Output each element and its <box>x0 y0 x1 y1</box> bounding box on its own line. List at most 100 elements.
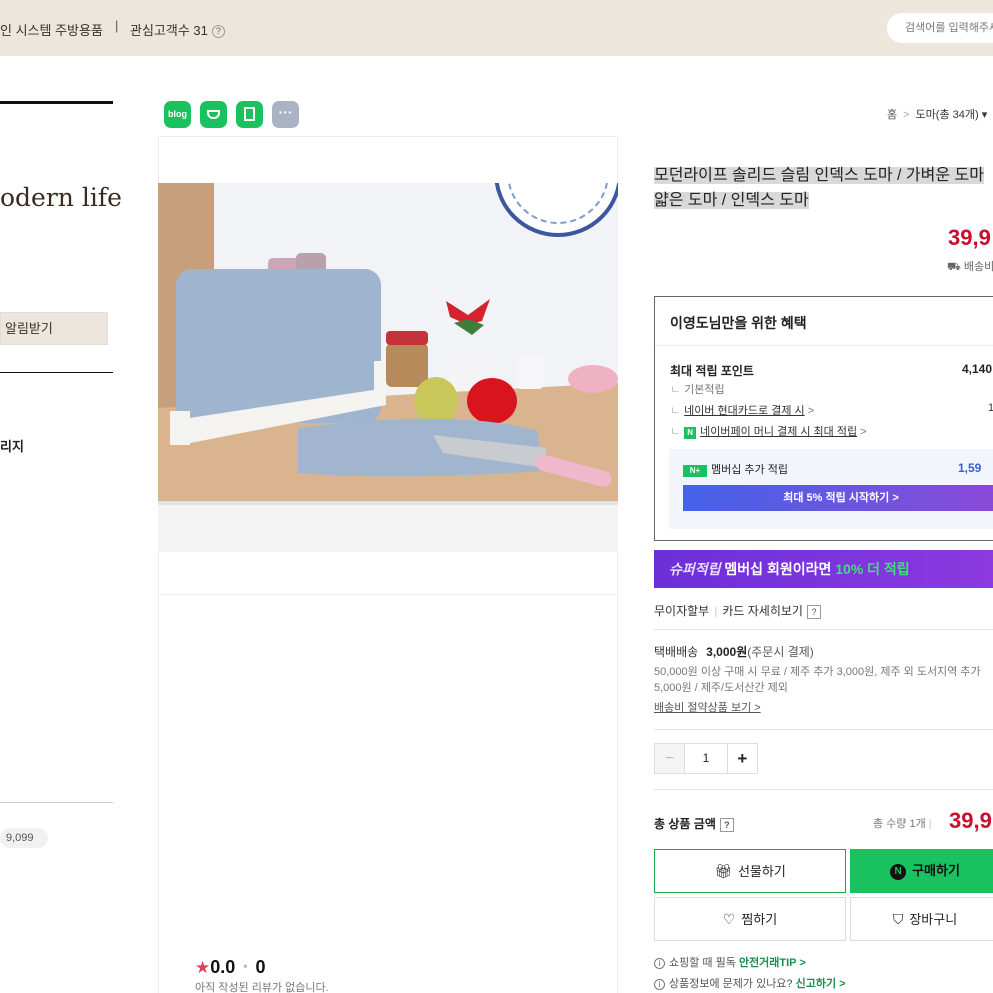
left-divider <box>0 802 113 803</box>
wish-button[interactable]: ♡ 찜하기 <box>654 897 846 941</box>
card-row-separator: | <box>714 604 718 618</box>
info-icon: i <box>654 958 665 969</box>
shipping-description: 50,000원 이상 구매 시 무료 / 제주 추가 3,000원, 제주 외 … <box>654 666 981 694</box>
bookmark-share-icon[interactable] <box>236 101 263 128</box>
shipping-saving-link[interactable]: 배송비 절약상품 보기 > <box>654 699 761 715</box>
section-divider <box>654 629 993 630</box>
wish-button-label: 찜하기 <box>741 912 778 927</box>
membership-badge-icon: N+ <box>683 465 707 477</box>
help-icon[interactable]: ? <box>211 25 225 38</box>
total-quantity: 총 수량 1개 | <box>873 815 932 831</box>
card-point-value: 1 <box>988 402 993 414</box>
chevron-down-icon[interactable]: ▾ <box>982 109 988 121</box>
cart-button-label: 장바구니 <box>909 912 958 927</box>
npay-icon: N <box>684 427 697 439</box>
membership-start-button[interactable]: 최대 5% 적립 시작하기 > <box>683 485 993 511</box>
left-divider <box>0 101 113 104</box>
report-link[interactable]: 신고하기 > <box>796 978 846 990</box>
npay-icon: N <box>890 864 907 880</box>
card-detail-link[interactable]: 카드 자세히보기 <box>722 604 803 618</box>
quantity-minus-button[interactable]: − <box>655 744 686 773</box>
basic-point-label: 기본적립 <box>684 384 725 396</box>
product-title-line1: 모던라이프 솔리드 슬림 인덱스 도마 / 가벼운 도마 <box>654 167 984 184</box>
quantity-plus-button[interactable]: + <box>726 744 757 773</box>
interest-free-label: 무이자할부 <box>654 604 710 618</box>
interest-count-label: 관심고객수 31 <box>130 23 208 38</box>
shipping-fee-note: (주문시 결제) <box>747 645 814 659</box>
max-point-label: 최대 적립 포인트 <box>670 364 754 378</box>
shipping-fee-label: 배송비 <box>963 261 993 273</box>
npay-point-link[interactable]: 네이버페이 머니 결제 시 최대 적립 <box>700 426 857 438</box>
store-category-text[interactable]: 인 시스템 주방용품 <box>0 20 103 39</box>
super-point-banner[interactable]: 슈퍼적립 멤버십 회원이라면 10% 더 적립 <box>654 550 993 588</box>
card-info-row: 무이자할부 | 카드 자세히보기? <box>654 602 821 619</box>
tip1-text: 쇼핑할 때 필독 <box>669 957 736 969</box>
gift-button-label: 선물하기 <box>737 864 786 879</box>
star-icon: ★ <box>195 958 211 977</box>
truck-icon: ⛟ <box>947 261 961 273</box>
shopping-bag-icon: ⛉ <box>892 911 904 927</box>
topbar-separator: | <box>115 18 119 33</box>
total-label-text: 총 상품 금액 <box>654 817 716 831</box>
super-banner-em: 슈퍼적립 <box>669 561 721 577</box>
section-divider <box>654 729 993 730</box>
breadcrumb-category[interactable]: 도마(총 34개) <box>916 109 979 121</box>
benefit-title: 이영도님만을 위한 혜택 <box>670 315 807 331</box>
notify-button[interactable]: 알림받기 <box>0 312 108 345</box>
total-count-text: 총 수량 1개 <box>873 818 926 830</box>
interest-count: 관심고객수 31? <box>130 20 225 39</box>
left-menu-item[interactable]: 리지 <box>0 436 24 455</box>
no-review-text: 아직 작성된 리뷰가 없습니다. <box>195 982 329 993</box>
membership-label: N+ 멤버십 추가 적립 <box>683 461 788 477</box>
breadcrumb: 홈 > 도마(총 34개) ▾ <box>887 106 987 122</box>
total-separator: | <box>928 818 932 830</box>
quantity-input[interactable]: 1 <box>685 744 726 773</box>
help-icon[interactable]: ? <box>806 605 821 619</box>
card-point-row: ㄴ 네이버 현대카드로 결제 시 > <box>670 405 815 417</box>
rating-summary: ★0.0 • 0 <box>195 957 266 978</box>
info-icon: i <box>654 979 665 990</box>
card-point-link[interactable]: 네이버 현대카드로 결제 시 <box>684 405 805 417</box>
store-brand-logo[interactable]: odern life <box>0 183 122 212</box>
super-banner-text: 멤버십 회원이라면 <box>720 561 836 577</box>
safe-trade-link[interactable]: 안전거래TIP > <box>739 957 806 969</box>
membership-value: 1,59 <box>958 461 982 475</box>
gift-button[interactable]: 🎁︎ 선물하기 <box>654 849 846 893</box>
product-title-line2: 얇은 도마 / 인덱스 도마 <box>654 192 809 209</box>
report-tip: i 상품정보에 문제가 있나요? 신고하기 > <box>654 975 846 991</box>
basic-point-row: ㄴ 기본적립 <box>670 384 725 396</box>
shipping-fee: 3,000원 <box>706 645 748 659</box>
benefit-divider <box>655 345 993 346</box>
tip2-text: 상품정보에 문제가 있나요? <box>669 978 793 990</box>
heart-icon: ♡ <box>722 911 736 927</box>
breadcrumb-home[interactable]: 홈 <box>887 109 897 121</box>
membership-label-text: 멤버십 추가 적립 <box>711 464 788 476</box>
buy-button[interactable]: N 구매하기 <box>850 849 993 893</box>
more-share-icon[interactable]: ··· <box>272 101 299 128</box>
total-price: 39,9 <box>949 808 992 833</box>
safe-trade-tip: i 쇼핑할 때 필독 안전거래TIP > <box>654 954 806 970</box>
product-image[interactable] <box>158 183 618 552</box>
npay-point-row: ㄴ N 네이버페이 머니 결제 시 최대 적립 > <box>670 426 867 439</box>
gift-icon: 🎁︎ <box>714 863 732 879</box>
shipping-method: 택배배송 <box>654 645 699 659</box>
review-count[interactable]: 0 <box>255 957 265 977</box>
rating-score: 0.0 <box>210 957 236 977</box>
image-section-divider <box>158 594 618 595</box>
search-input[interactable]: 검색어를 입력해주세요 <box>887 13 993 43</box>
quantity-stepper: − 1 + <box>654 743 758 774</box>
blog-share-icon[interactable]: blog <box>164 101 191 128</box>
max-point-value: 4,140 <box>962 362 993 376</box>
cafe-share-icon[interactable] <box>200 101 227 128</box>
shipping-method-row: 택배배송 3,000원(주문시 결제) <box>654 643 814 660</box>
chevron-right-icon[interactable]: > <box>860 426 866 438</box>
total-price-label: 총 상품 금액? <box>654 815 734 832</box>
help-icon[interactable]: ? <box>719 818 734 832</box>
buy-button-label: 구매하기 <box>912 863 960 878</box>
chevron-right-icon[interactable]: > <box>808 405 814 417</box>
cart-button[interactable]: ⛉ 장바구니 <box>850 897 993 941</box>
product-price: 39,9 <box>948 225 991 250</box>
membership-box: N+ 멤버십 추가 적립 1,59 최대 5% 적립 시작하기 > <box>669 449 993 529</box>
super-banner-highlight: 10% 더 적립 <box>835 561 910 577</box>
left-divider <box>0 372 113 373</box>
